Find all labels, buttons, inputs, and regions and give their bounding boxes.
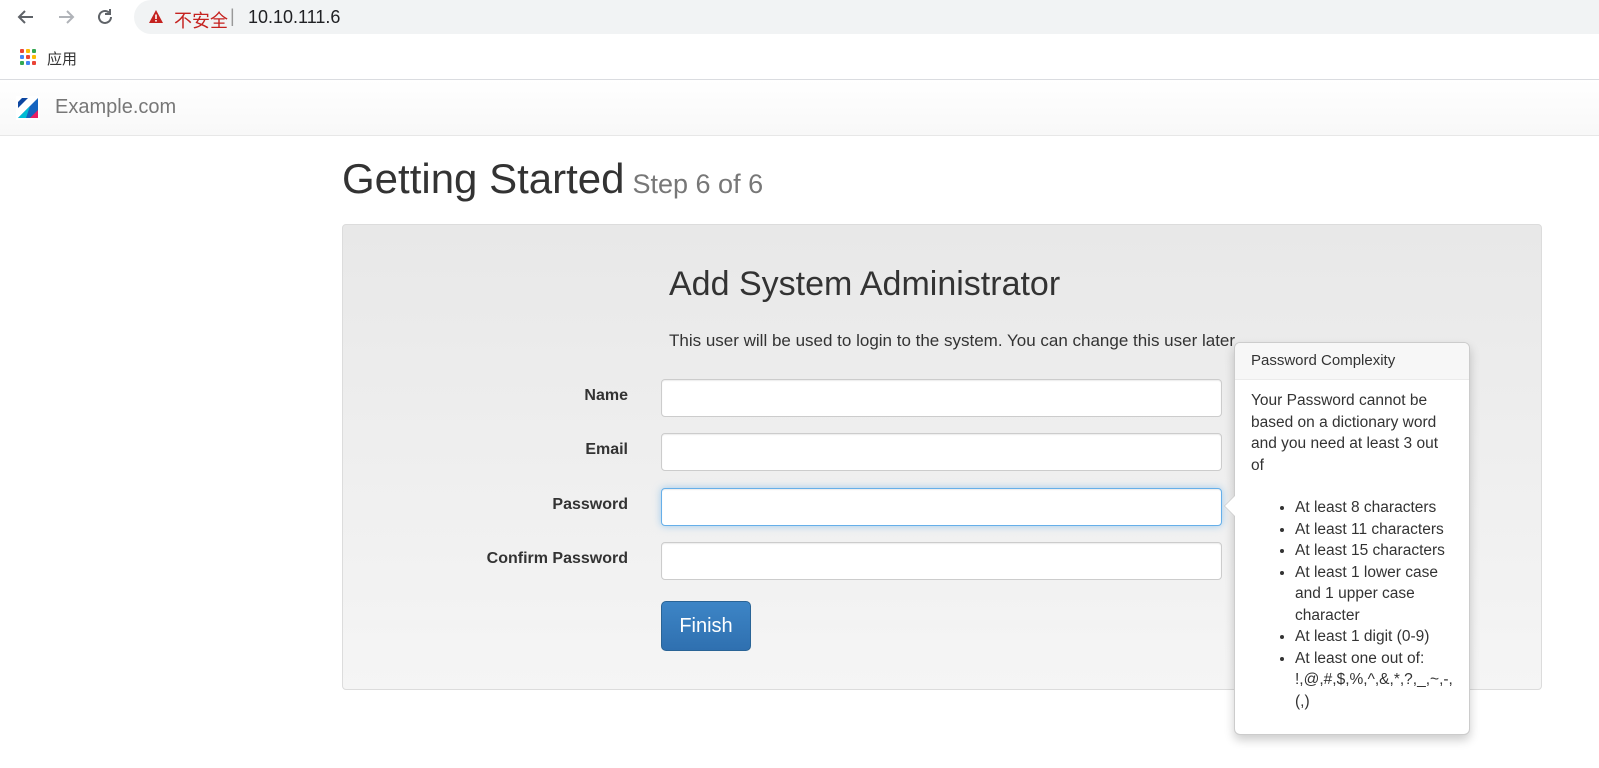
bookmarks-bar: 应用	[0, 36, 1599, 80]
reload-icon	[98, 9, 112, 24]
popover-arrow	[1224, 495, 1235, 517]
browser-toolbar: 不安全 | 10.10.111.6	[0, 0, 1599, 36]
warning-icon	[149, 10, 163, 23]
password-rule: At least 1 lower case and 1 upper case c…	[1295, 562, 1453, 627]
arrow-right-icon	[59, 10, 75, 24]
name-label: Name	[584, 387, 628, 404]
popover-body: Your Password cannot be based on a dicti…	[1235, 380, 1469, 722]
arrow-left-icon	[17, 10, 33, 24]
confirm-password-label: Confirm Password	[486, 550, 628, 567]
password-rule: At least 15 characters	[1295, 540, 1453, 562]
password-rule: At least one out of: !,@,#,$,%,^,&,*,?,_…	[1295, 648, 1453, 713]
password-label: Password	[552, 496, 628, 513]
page-title: Getting Started Step 6 of 6	[342, 155, 763, 203]
url-separator: |	[230, 6, 235, 26]
password-input[interactable]	[661, 488, 1222, 526]
email-input[interactable]	[661, 433, 1222, 471]
password-rule: At least 1 digit (0-9)	[1295, 626, 1453, 648]
reload-button[interactable]	[93, 5, 117, 29]
brand-logo-icon[interactable]	[16, 96, 40, 120]
address-bar[interactable]: 不安全 | 10.10.111.6	[134, 0, 1599, 34]
url-text[interactable]: 10.10.111.6	[248, 7, 340, 28]
navbar: Example.com	[0, 80, 1599, 136]
insecure-label[interactable]: 不安全	[174, 7, 228, 33]
brand-name[interactable]: Example.com	[55, 96, 176, 119]
name-input[interactable]	[661, 379, 1222, 417]
password-complexity-popover: Password Complexity Your Password cannot…	[1224, 342, 1470, 735]
form-description: This user will be used to login to the s…	[669, 331, 1239, 350]
password-rule: At least 11 characters	[1295, 519, 1453, 541]
email-label: Email	[585, 441, 628, 458]
confirm-password-input[interactable]	[661, 542, 1222, 580]
popover-intro: Your Password cannot be based on a dicti…	[1251, 392, 1439, 474]
apps-bookmark[interactable]: 应用	[47, 48, 77, 69]
form-heading: Add System Administrator	[669, 265, 1061, 303]
step-indicator: Step 6 of 6	[632, 169, 764, 199]
page-title-text: Getting Started	[342, 155, 625, 202]
forward-button[interactable]	[54, 5, 78, 29]
password-rule: At least 8 characters	[1295, 497, 1453, 519]
apps-grid-icon[interactable]	[20, 49, 36, 65]
finish-button[interactable]: Finish	[661, 601, 751, 651]
popover-title: Password Complexity	[1235, 343, 1469, 380]
password-rules-list: At least 8 characters At least 11 charac…	[1251, 497, 1453, 712]
back-button[interactable]	[14, 5, 38, 29]
